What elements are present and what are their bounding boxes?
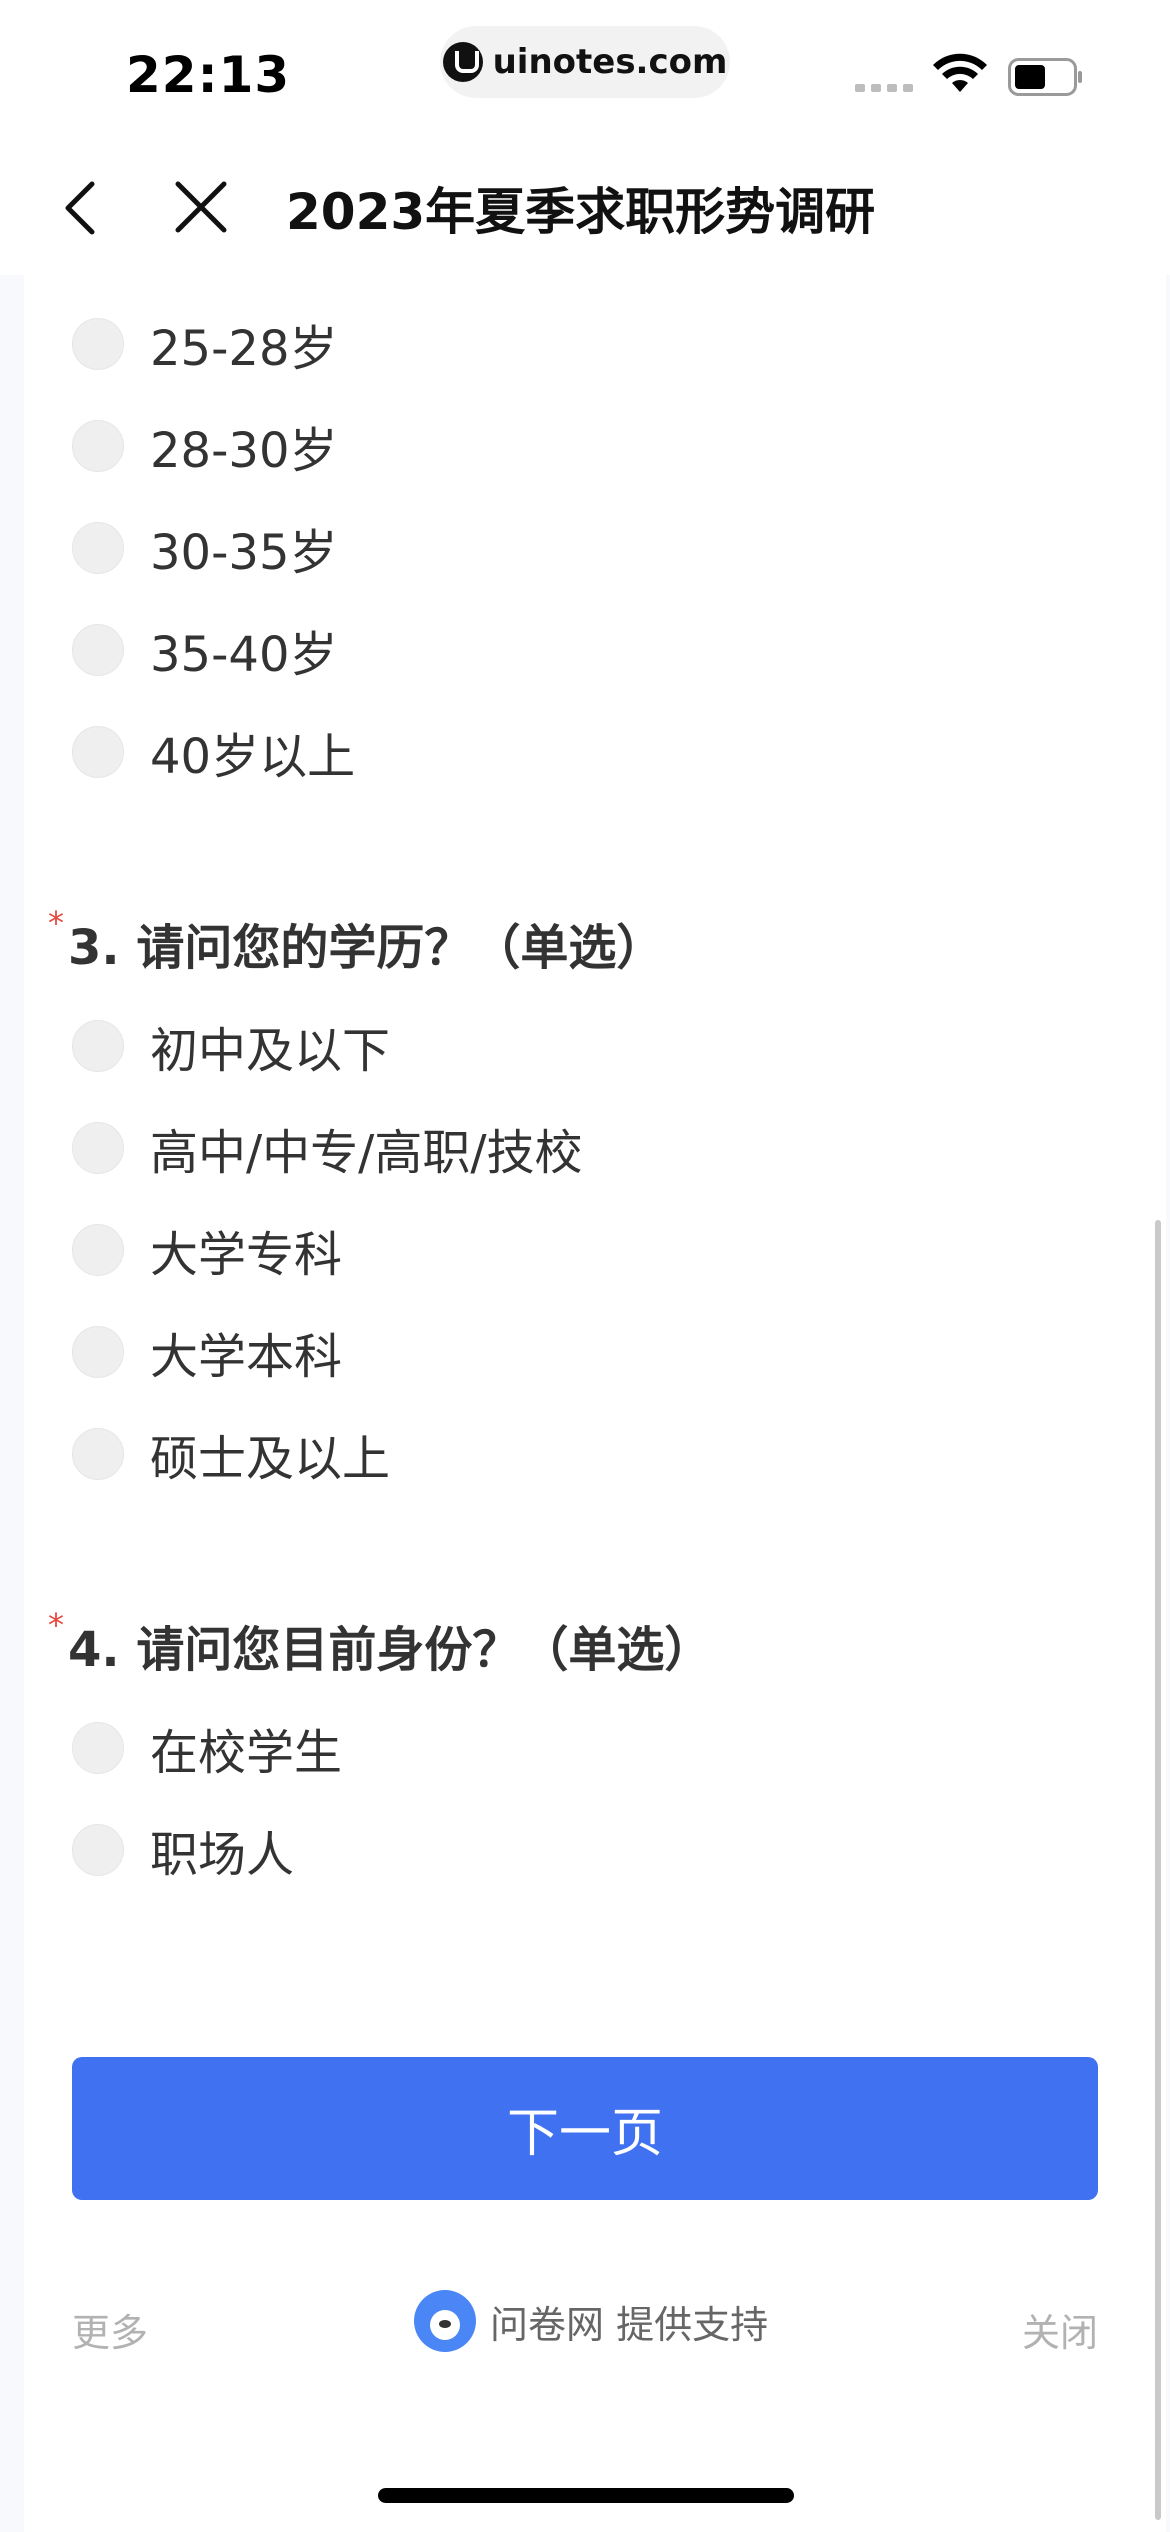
footer: 更多 问卷网 提供支持 关闭 [0, 2290, 1170, 2360]
radio-button[interactable] [72, 1326, 124, 1378]
option-label: 28-30岁 [150, 423, 338, 479]
option-label: 在校学生 [150, 1725, 343, 1781]
screen: 22:13 uinotes.com 2023年夏季求职形势调研 25-28岁 2… [0, 0, 1170, 2532]
option-age-35-40[interactable]: 35-40岁 [72, 620, 337, 683]
powered-by-text: 问卷网 提供支持 [490, 2302, 769, 2347]
cellular-signal-icon [855, 84, 915, 94]
wifi-icon [933, 53, 987, 92]
radio-button[interactable] [72, 1020, 124, 1072]
option-age-40-plus[interactable]: 40岁以上 [72, 722, 355, 785]
radio-button[interactable] [72, 318, 124, 370]
radio-button[interactable] [72, 1824, 124, 1876]
question-title: 4. 请问您目前身份？（单选） [68, 1622, 713, 1678]
option-age-28-30[interactable]: 28-30岁 [72, 416, 337, 479]
radio-button[interactable] [72, 522, 124, 574]
close-icon[interactable] [172, 178, 230, 236]
option-edu-bachelor[interactable]: 大学本科 [72, 1322, 342, 1385]
url-text: uinotes.com [492, 42, 728, 82]
radio-button[interactable] [72, 1722, 124, 1774]
page-title: 2023年夏季求职形势调研 [286, 183, 876, 241]
radio-button[interactable] [72, 1428, 124, 1480]
option-age-25-28[interactable]: 25-28岁 [72, 314, 337, 377]
question-identity: * 4. 请问您目前身份？（单选） [48, 1606, 713, 1680]
radio-button[interactable] [72, 624, 124, 676]
option-label: 大学本科 [150, 1329, 343, 1385]
option-edu-junior-high[interactable]: 初中及以下 [72, 1016, 390, 1079]
scrollbar[interactable] [1155, 1220, 1161, 2520]
option-label: 初中及以下 [150, 1023, 391, 1079]
back-arrow-icon[interactable] [56, 178, 106, 238]
option-identity-professional[interactable]: 职场人 [72, 1820, 294, 1883]
option-label: 大学专科 [150, 1227, 343, 1283]
option-identity-student[interactable]: 在校学生 [72, 1718, 342, 1781]
close-link[interactable]: 关闭 [1022, 2302, 1098, 2357]
home-indicator[interactable] [378, 2488, 794, 2503]
option-edu-high-school[interactable]: 高中/中专/高职/技校 [72, 1118, 583, 1181]
option-label: 30-35岁 [150, 525, 338, 581]
powered-by[interactable]: 问卷网 提供支持 [414, 2290, 768, 2352]
status-time: 22:13 [126, 46, 291, 104]
option-age-30-35[interactable]: 30-35岁 [72, 518, 337, 581]
required-mark: * [48, 1606, 64, 1644]
radio-button[interactable] [72, 726, 124, 778]
question-education: * 3. 请问您的学历？（单选） [48, 904, 665, 978]
url-pill[interactable]: uinotes.com [440, 26, 730, 98]
radio-button[interactable] [72, 1122, 124, 1174]
battery-icon [1008, 58, 1082, 96]
option-label: 职场人 [150, 1827, 295, 1883]
radio-button[interactable] [72, 1224, 124, 1276]
next-page-button[interactable]: 下一页 [72, 2057, 1098, 2200]
option-label: 25-28岁 [150, 321, 338, 377]
required-mark: * [48, 904, 64, 942]
radio-button[interactable] [72, 420, 124, 472]
site-logo-icon [442, 42, 483, 82]
option-label: 硕士及以上 [150, 1431, 391, 1487]
wenjuan-logo-icon [414, 2290, 476, 2352]
status-bar: 22:13 uinotes.com [0, 0, 1170, 140]
option-label: 高中/中专/高职/技校 [150, 1125, 583, 1181]
question-title: 3. 请问您的学历？（单选） [68, 920, 665, 976]
more-link[interactable]: 更多 [72, 2302, 148, 2357]
option-label: 35-40岁 [150, 627, 338, 683]
option-label: 40岁以上 [150, 729, 356, 785]
nav-bar: 2023年夏季求职形势调研 [0, 140, 1170, 275]
option-edu-master-plus[interactable]: 硕士及以上 [72, 1424, 390, 1487]
option-edu-college[interactable]: 大学专科 [72, 1220, 342, 1283]
